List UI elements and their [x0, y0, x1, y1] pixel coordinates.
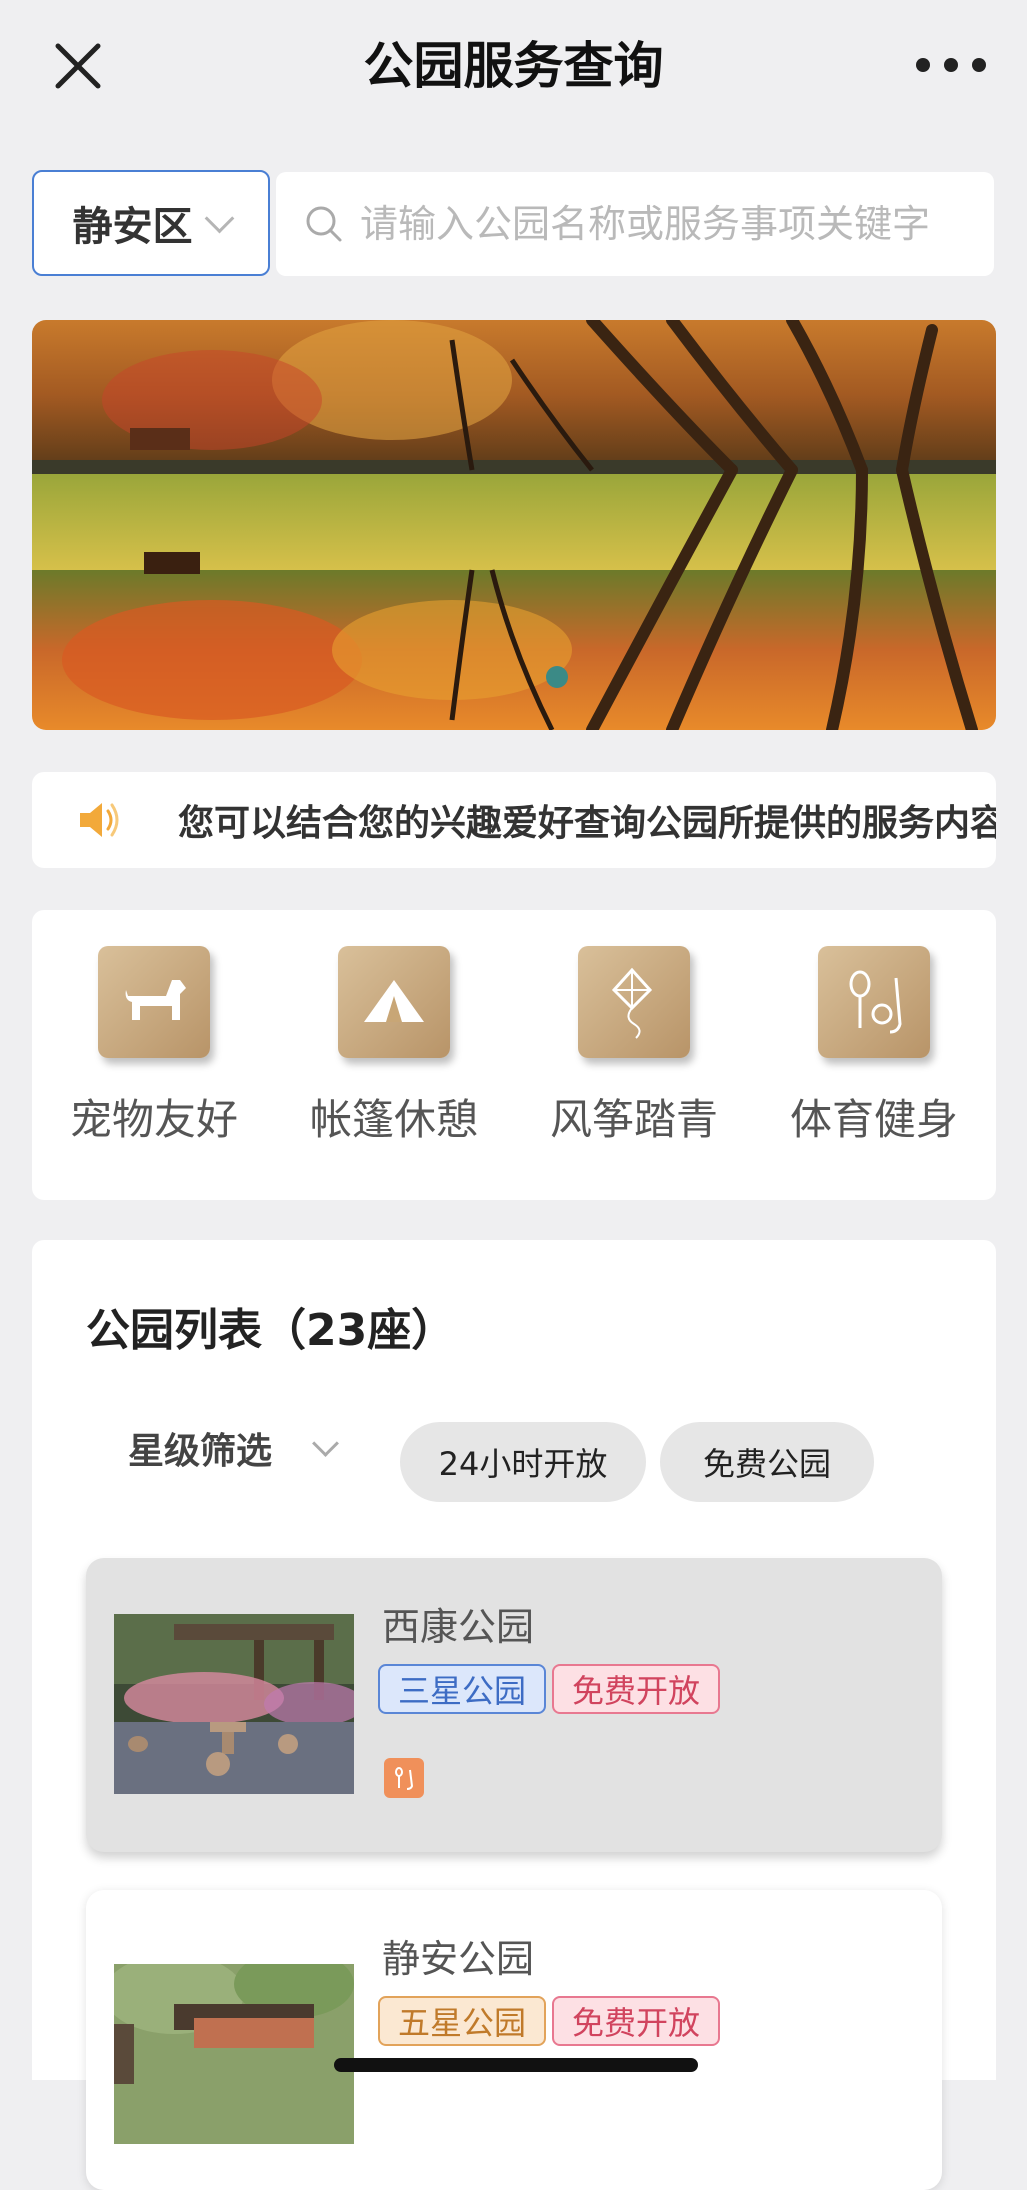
sports-icon	[818, 946, 930, 1058]
star-rating-badge: 五星公园	[378, 1996, 547, 2046]
page-title: 公园服务查询	[363, 37, 664, 95]
park-list-title: 公园列表（23座）	[86, 1305, 456, 1356]
star-rating-badge: 三星公园	[378, 1664, 547, 1714]
tent-icon	[338, 946, 450, 1058]
more-button[interactable]	[916, 40, 986, 90]
service-tent-rest[interactable]: 帐篷休憩	[274, 946, 514, 1147]
more-icon	[916, 58, 930, 72]
dog-icon	[98, 946, 210, 1058]
service-pet-friendly[interactable]: 宠物友好	[34, 946, 274, 1147]
sports-icon	[384, 1758, 424, 1798]
star-filter-label: 星级筛选	[128, 1431, 273, 1472]
service-grid: 宠物友好 帐篷休憩 风筝踏青 体育健身	[32, 910, 996, 1200]
service-sports[interactable]: 体育健身	[754, 946, 994, 1147]
free-entry-badge: 免费开放	[552, 1664, 721, 1714]
park-card[interactable]: 静安公园 五星公园 免费开放	[86, 1890, 942, 2190]
park-tags: 三星公园 免费开放	[378, 1664, 721, 1714]
park-name: 西康公园	[382, 1605, 535, 1649]
notice-text: 您可以结合您的兴趣爱好查询公园所提供的服务内容	[178, 803, 996, 844]
free-entry-badge: 免费开放	[552, 1996, 721, 2046]
chevron-down-icon	[312, 1429, 339, 1457]
park-list-panel: 公园列表（23座） 星级筛选 24小时开放 免费公园 西康公园 三星公园 免费开…	[32, 1240, 996, 2190]
star-filter-dropdown[interactable]: 星级筛选	[128, 1422, 339, 1474]
park-card[interactable]: 西康公园 三星公园 免费开放	[86, 1558, 942, 1852]
service-label: 宠物友好	[69, 1095, 238, 1144]
district-label: 静安区	[72, 204, 193, 250]
home-indicator	[334, 2058, 698, 2072]
chevron-down-icon	[204, 203, 234, 233]
park-tags: 五星公园 免费开放	[378, 1996, 721, 2046]
park-thumbnail	[114, 1614, 354, 1794]
banner-image	[32, 320, 996, 730]
notice-bar: 您可以结合您的兴趣爱好查询公园所提供的服务内容	[32, 772, 996, 868]
service-label: 体育健身	[789, 1095, 958, 1144]
speaker-icon	[80, 803, 119, 837]
search-box[interactable]	[276, 172, 994, 276]
service-label: 风筝踏青	[549, 1095, 718, 1144]
carousel-indicator[interactable]	[546, 666, 568, 688]
service-kite[interactable]: 风筝踏青	[514, 946, 754, 1147]
kite-icon	[578, 946, 690, 1058]
service-label: 帐篷休憩	[309, 1095, 478, 1144]
filter-chip-free[interactable]: 免费公园	[660, 1422, 874, 1502]
search-input[interactable]	[358, 201, 962, 247]
filter-chip-24h[interactable]: 24小时开放	[400, 1422, 646, 1502]
park-thumbnail	[114, 1964, 354, 2144]
district-select[interactable]: 静安区	[32, 170, 270, 276]
search-icon	[306, 206, 342, 242]
park-name: 静安公园	[382, 1937, 535, 1981]
banner-carousel[interactable]	[32, 320, 996, 730]
